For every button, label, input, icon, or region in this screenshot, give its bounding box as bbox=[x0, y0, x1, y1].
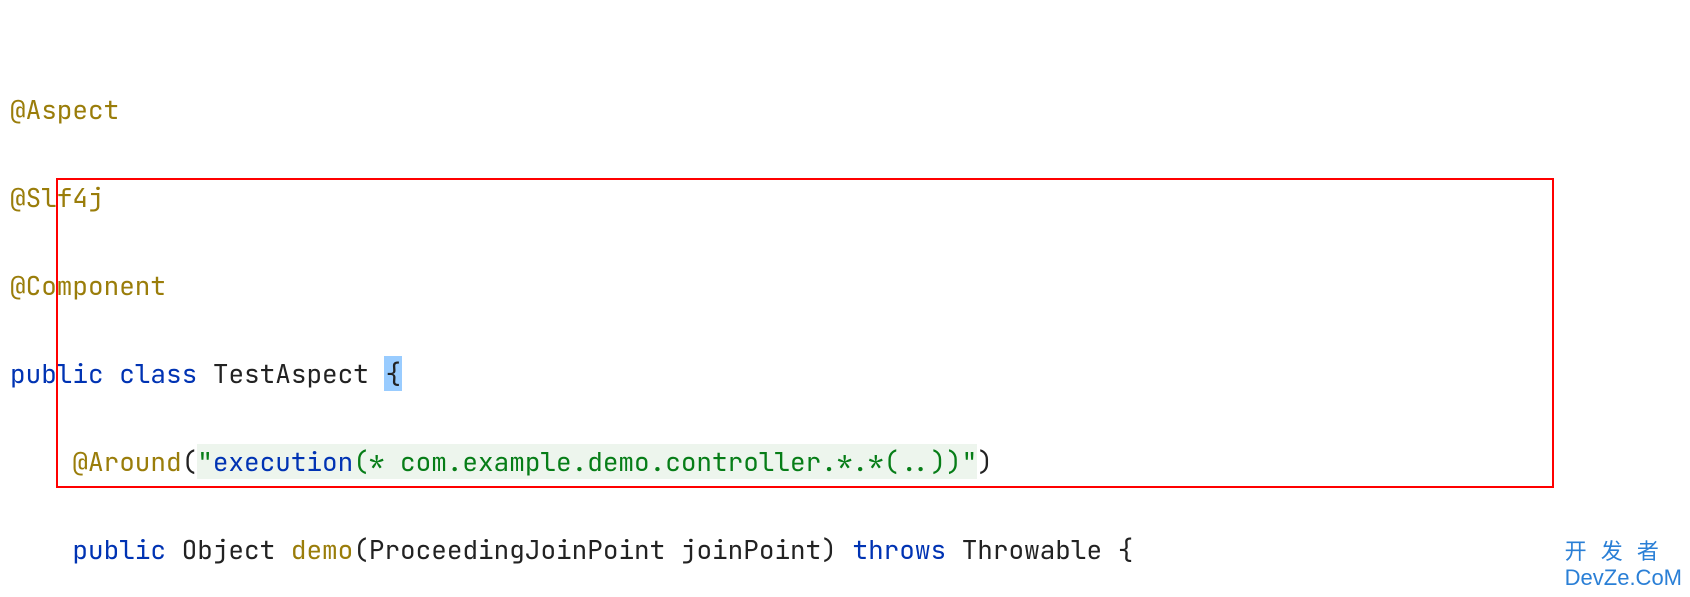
string-quote: " bbox=[197, 444, 213, 479]
paren: ( bbox=[182, 444, 198, 479]
class-name: TestAspect bbox=[213, 356, 369, 391]
code-line: @Aspect bbox=[10, 88, 1690, 132]
annotation-aspect: @Aspect bbox=[10, 92, 119, 127]
return-type: Object bbox=[182, 532, 276, 567]
code-editor[interactable]: @Aspect @Slf4j @Component public class T… bbox=[0, 0, 1690, 597]
code-line: @Around("execution(* com.example.demo.co… bbox=[10, 440, 1690, 484]
paren: ) bbox=[977, 444, 993, 479]
exception-type: Throwable bbox=[962, 532, 1102, 567]
code-line: @Slf4j bbox=[10, 176, 1690, 220]
keyword-throws: throws bbox=[852, 532, 946, 567]
pointcut-expression: (* com.example.demo.controller.*.*(..)) bbox=[353, 444, 961, 479]
code-line: public Object demo(ProceedingJoinPoint j… bbox=[10, 528, 1690, 572]
brace-open: { bbox=[1118, 532, 1134, 567]
annotation-component: @Component bbox=[10, 268, 166, 303]
code-line: public class TestAspect { bbox=[10, 352, 1690, 396]
execution-keyword: execution bbox=[213, 444, 353, 479]
code-line: @Component bbox=[10, 264, 1690, 308]
keyword-class: class bbox=[119, 356, 197, 391]
method-name: demo bbox=[291, 532, 353, 567]
keyword-public: public bbox=[10, 356, 104, 391]
brace-open: { bbox=[384, 356, 402, 391]
annotation-slf4j: @Slf4j bbox=[10, 180, 104, 215]
method-params: (ProceedingJoinPoint joinPoint) bbox=[353, 532, 837, 567]
annotation-around: @Around bbox=[72, 444, 181, 479]
watermark-bottom: DevZe.CoM bbox=[1565, 565, 1682, 591]
watermark-top: 开 发 者 bbox=[1565, 539, 1663, 564]
watermark: 开 发 者 DevZe.CoM bbox=[1565, 539, 1682, 591]
keyword-public: public bbox=[72, 532, 166, 567]
string-quote: " bbox=[962, 444, 978, 479]
